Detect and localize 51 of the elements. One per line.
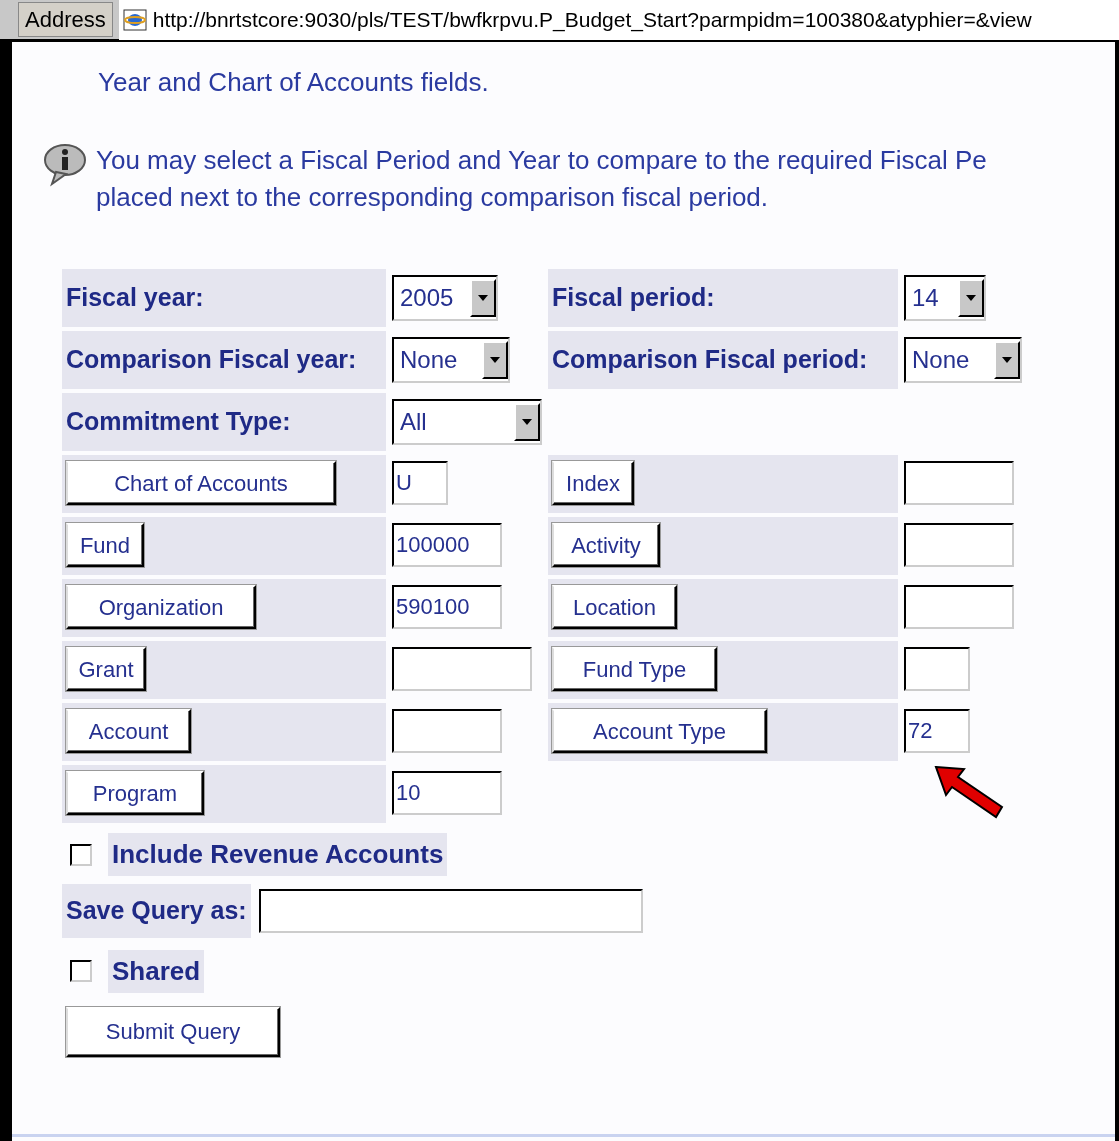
lookup-button[interactable]: Organization bbox=[66, 585, 256, 630]
caret-icon bbox=[489, 356, 501, 365]
input-field[interactable] bbox=[904, 647, 970, 692]
lookup-button[interactable]: Account bbox=[66, 709, 191, 754]
lookup-button[interactable]: Location bbox=[552, 585, 677, 630]
checkbox[interactable] bbox=[70, 843, 92, 866]
caret-icon bbox=[521, 418, 533, 427]
address-label: Address bbox=[18, 2, 113, 37]
input-field[interactable] bbox=[904, 523, 1014, 568]
input-field[interactable]: 10 bbox=[392, 771, 502, 816]
input-field[interactable]: 72 bbox=[904, 709, 970, 754]
submit-button[interactable]: Submit Query bbox=[66, 1006, 280, 1057]
address-field[interactable]: http://bnrtstcore:9030/pls/TEST/bwfkrpvu.P_Budget_Start?parmpidm=100380&atyphier=&view bbox=[118, 0, 1119, 40]
input-field[interactable]: 100000 bbox=[392, 523, 502, 568]
query-name-field[interactable] bbox=[258, 888, 643, 933]
dropdown[interactable]: None bbox=[904, 337, 1022, 384]
field-label: Commitment Type: bbox=[66, 406, 291, 438]
checkbox-label: Shared bbox=[108, 949, 205, 993]
info-icon bbox=[42, 141, 88, 188]
caret-icon bbox=[965, 294, 977, 303]
field-label: Save Query as: bbox=[62, 884, 251, 938]
info-note: You may select a Fiscal Period and Year to compare to the required Fiscal Pe placed next to the corresponding comparison fiscal period. bbox=[96, 143, 987, 215]
input-field[interactable] bbox=[392, 647, 532, 692]
lookup-button[interactable]: Index bbox=[552, 461, 634, 506]
lookup-button[interactable]: Fund Type bbox=[552, 647, 717, 692]
field-label: Comparison Fiscal period: bbox=[552, 344, 868, 376]
caret-icon bbox=[1001, 356, 1013, 365]
instruction-text: Year and Chart of Accounts fields. bbox=[97, 66, 490, 99]
checkbox-label: Include Revenue Accounts bbox=[108, 833, 448, 877]
dropdown[interactable]: All bbox=[392, 399, 542, 446]
input-field[interactable] bbox=[392, 709, 502, 754]
dropdown[interactable]: 14 bbox=[904, 275, 986, 322]
lookup-button[interactable]: Fund bbox=[66, 523, 144, 568]
url-text: http://bnrtstcore:9030/pls/TEST/bwfkrpvu.P_Budget_Start?parmpidm=100380&atyphier=&view bbox=[152, 6, 1032, 34]
lookup-button[interactable]: Grant bbox=[66, 647, 146, 692]
input-field[interactable] bbox=[904, 585, 1014, 630]
input-field[interactable]: U bbox=[392, 461, 448, 506]
lookup-button[interactable]: Chart of Accounts bbox=[66, 461, 336, 506]
checkbox[interactable] bbox=[70, 960, 92, 983]
input-field[interactable]: 590100 bbox=[392, 585, 502, 630]
caret-icon bbox=[477, 294, 489, 303]
lookup-button[interactable]: Account Type bbox=[552, 709, 767, 754]
lookup-button[interactable]: Program bbox=[66, 771, 204, 816]
field-label: Comparison Fiscal year: bbox=[66, 344, 357, 376]
lookup-button[interactable]: Activity bbox=[552, 523, 660, 568]
page-icon bbox=[122, 8, 147, 31]
input-field[interactable] bbox=[904, 461, 1014, 506]
field-label: Fiscal year: bbox=[66, 282, 204, 314]
dropdown[interactable]: None bbox=[392, 337, 510, 384]
dropdown[interactable]: 2005 bbox=[392, 275, 498, 322]
field-label: Fiscal period: bbox=[552, 282, 715, 314]
